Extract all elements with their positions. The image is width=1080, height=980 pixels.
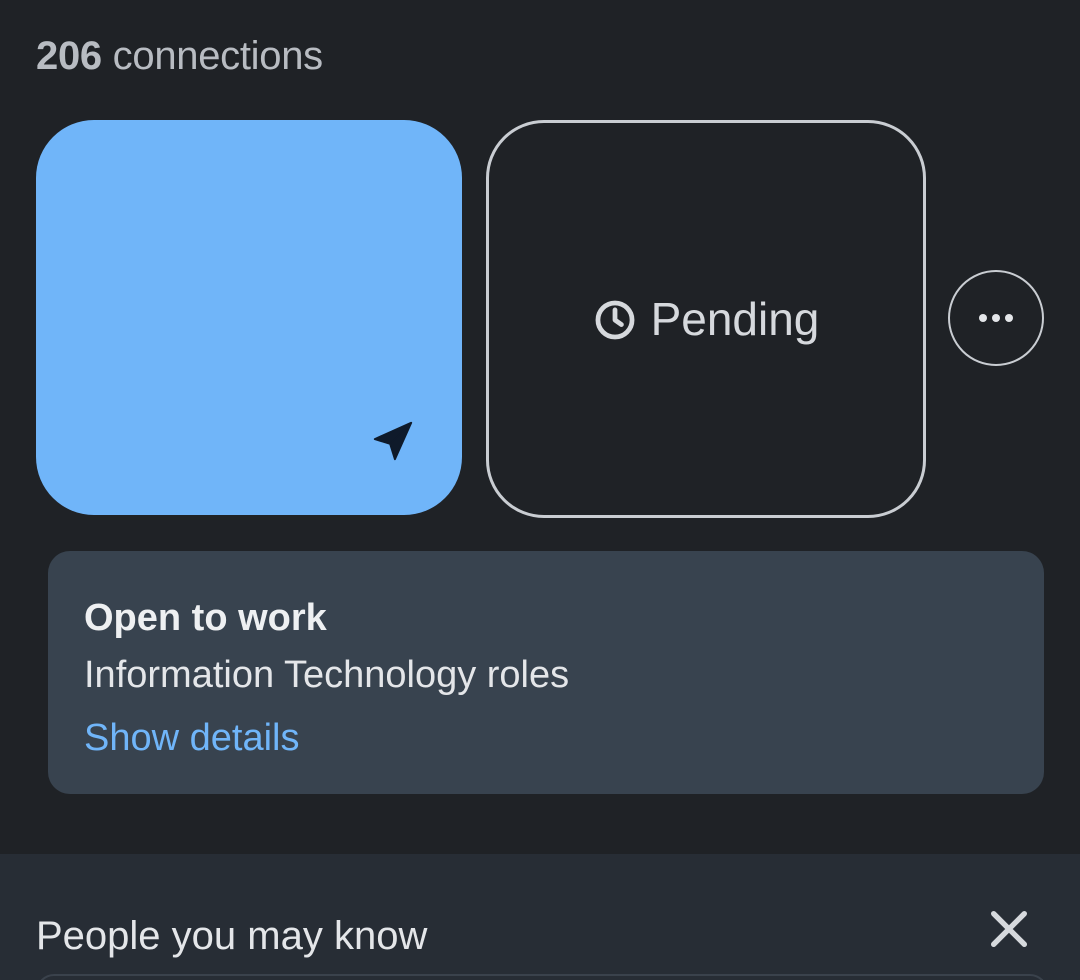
profile-page: 206 connections Pending Open to work Inf… — [0, 0, 1080, 980]
more-horizontal-icon — [979, 314, 1013, 322]
suggestion-card-edge — [36, 974, 1048, 980]
send-icon — [373, 421, 413, 461]
more-actions-button[interactable] — [948, 270, 1044, 366]
connections-count[interactable]: 206 connections — [36, 34, 323, 79]
people-you-may-know-section: People you may know — [0, 854, 1080, 980]
pending-button[interactable]: Pending — [486, 120, 926, 518]
open-to-work-roles: Information Technology roles — [84, 654, 570, 696]
close-icon[interactable] — [986, 906, 1032, 952]
connections-number: 206 — [36, 34, 102, 78]
connections-label: connections — [112, 34, 323, 78]
pending-label: Pending — [650, 293, 820, 345]
show-details-link[interactable]: Show details — [84, 717, 299, 760]
open-to-work-title: Open to work — [84, 597, 327, 639]
people-you-may-know-title: People you may know — [36, 914, 428, 958]
clock-icon — [595, 300, 635, 340]
open-to-work-card[interactable]: Open to work Information Technology role… — [48, 551, 1044, 794]
message-button[interactable] — [36, 120, 462, 515]
